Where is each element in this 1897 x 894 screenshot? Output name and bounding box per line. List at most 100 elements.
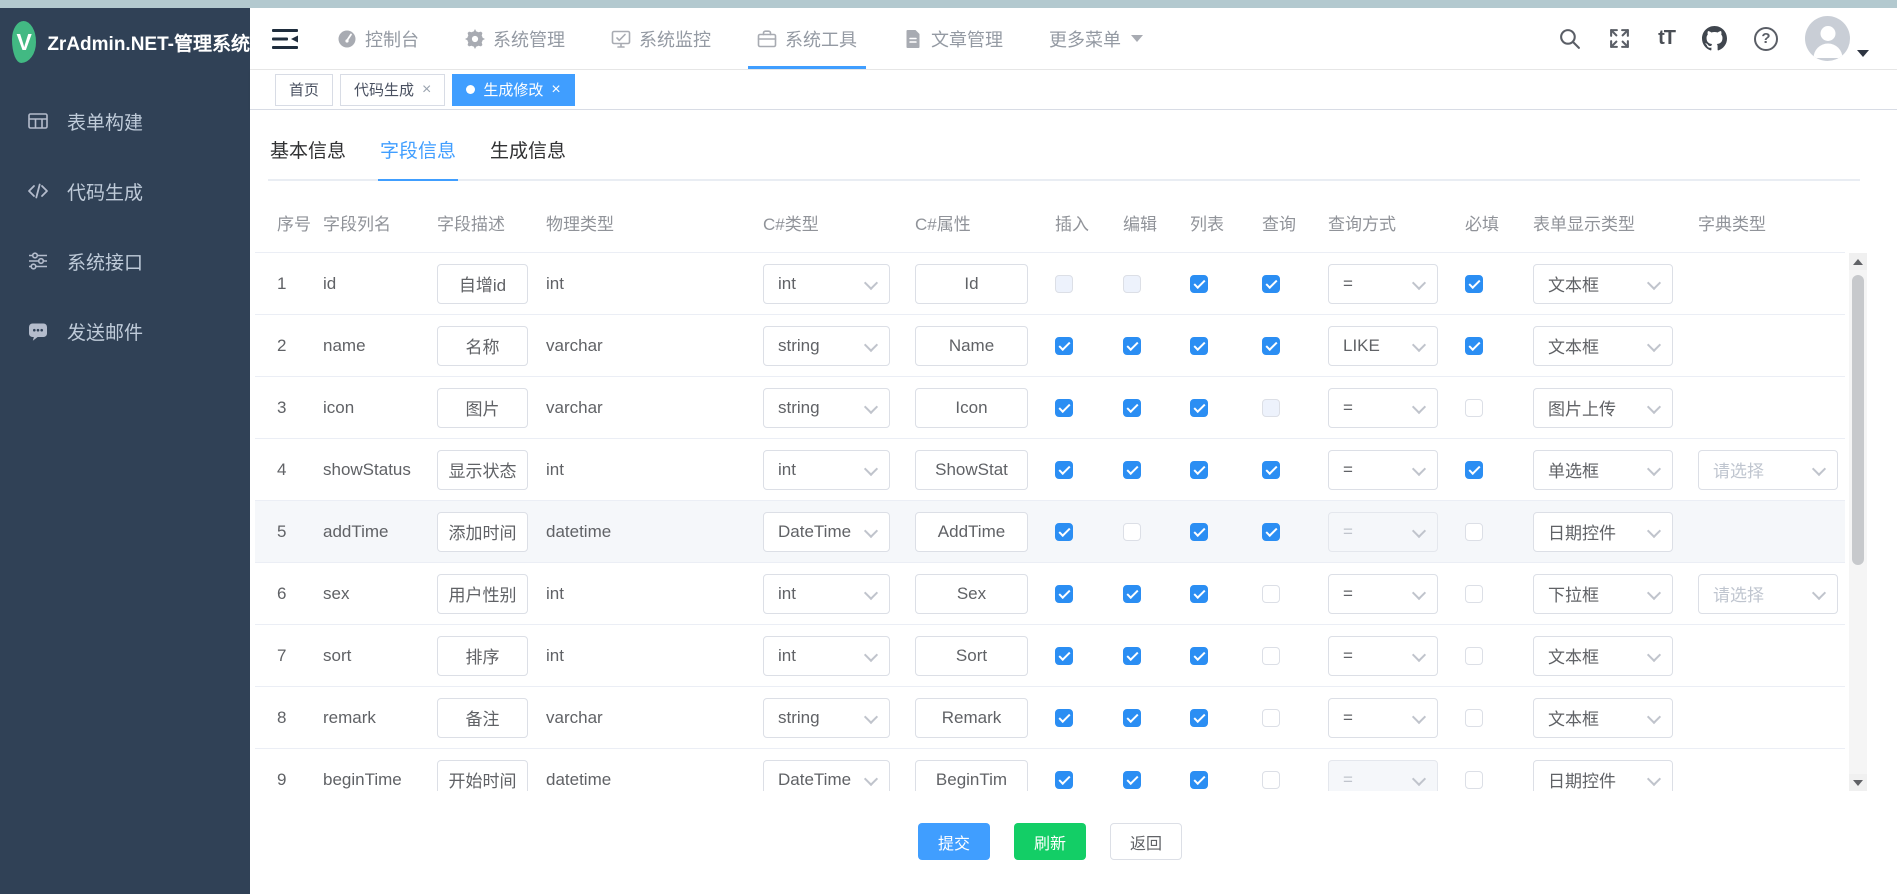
insert-checkbox[interactable] <box>1055 275 1073 293</box>
html-type-select[interactable]: 下拉框 <box>1533 574 1673 614</box>
html-type-select[interactable]: 单选框 <box>1533 450 1673 490</box>
close-icon[interactable]: × <box>422 82 431 98</box>
list-checkbox[interactable] <box>1190 647 1208 665</box>
required-checkbox[interactable] <box>1465 647 1483 665</box>
html-type-select[interactable]: 文本框 <box>1533 698 1673 738</box>
query-checkbox[interactable] <box>1262 523 1280 541</box>
edit-checkbox[interactable] <box>1123 275 1141 293</box>
user-caret-down-icon[interactable] <box>1857 50 1869 57</box>
csharp-type-select[interactable]: DateTime <box>763 760 890 792</box>
html-type-select[interactable]: 图片上传 <box>1533 388 1673 428</box>
query-type-select[interactable]: = <box>1328 264 1438 304</box>
html-type-select[interactable]: 日期控件 <box>1533 760 1673 792</box>
edit-checkbox[interactable] <box>1123 647 1141 665</box>
submit-button[interactable]: 提交 <box>918 823 990 860</box>
insert-checkbox[interactable] <box>1055 461 1073 479</box>
top-nav-item-5[interactable]: 更多菜单 <box>1034 8 1158 69</box>
query-checkbox[interactable] <box>1262 275 1280 293</box>
csharp-prop-input[interactable] <box>915 636 1028 676</box>
refresh-button[interactable]: 刷新 <box>1014 823 1086 860</box>
query-type-select[interactable]: = <box>1328 388 1438 428</box>
insert-checkbox[interactable] <box>1055 771 1073 789</box>
sidebar-item-1[interactable]: 代码生成 <box>0 156 250 226</box>
description-input[interactable] <box>437 574 528 614</box>
csharp-prop-input[interactable] <box>915 698 1028 738</box>
query-checkbox[interactable] <box>1262 647 1280 665</box>
query-checkbox[interactable] <box>1262 399 1280 417</box>
description-input[interactable] <box>437 264 528 304</box>
required-checkbox[interactable] <box>1465 461 1483 479</box>
font-size-icon[interactable]: tT <box>1658 27 1675 50</box>
csharp-type-select[interactable]: int <box>763 636 890 676</box>
query-type-select[interactable]: LIKE <box>1328 326 1438 366</box>
edit-checkbox[interactable] <box>1123 523 1141 541</box>
query-type-select[interactable]: = <box>1328 698 1438 738</box>
query-checkbox[interactable] <box>1262 771 1280 789</box>
top-nav-item-3[interactable]: 系统工具 <box>742 8 872 69</box>
required-checkbox[interactable] <box>1465 585 1483 603</box>
html-type-select[interactable]: 文本框 <box>1533 264 1673 304</box>
csharp-prop-input[interactable] <box>915 574 1028 614</box>
csharp-prop-input[interactable] <box>915 512 1028 552</box>
html-type-select[interactable]: 文本框 <box>1533 326 1673 366</box>
edit-checkbox[interactable] <box>1123 709 1141 727</box>
csharp-prop-input[interactable] <box>915 760 1028 792</box>
edit-checkbox[interactable] <box>1123 399 1141 417</box>
insert-checkbox[interactable] <box>1055 709 1073 727</box>
edit-checkbox[interactable] <box>1123 337 1141 355</box>
required-checkbox[interactable] <box>1465 523 1483 541</box>
sidebar-fold-icon[interactable] <box>272 28 298 50</box>
required-checkbox[interactable] <box>1465 275 1483 293</box>
scroll-down-arrow[interactable] <box>1849 774 1867 791</box>
edit-checkbox[interactable] <box>1123 771 1141 789</box>
html-type-select[interactable]: 日期控件 <box>1533 512 1673 552</box>
dict-type-select[interactable]: 请选择 <box>1698 450 1838 490</box>
required-checkbox[interactable] <box>1465 399 1483 417</box>
description-input[interactable] <box>437 450 528 490</box>
edit-checkbox[interactable] <box>1123 585 1141 603</box>
csharp-prop-input[interactable] <box>915 388 1028 428</box>
csharp-type-select[interactable]: int <box>763 264 890 304</box>
top-nav-item-0[interactable]: 控制台 <box>322 8 434 69</box>
close-icon[interactable]: × <box>551 82 560 98</box>
description-input[interactable] <box>437 512 528 552</box>
insert-checkbox[interactable] <box>1055 337 1073 355</box>
insert-checkbox[interactable] <box>1055 647 1073 665</box>
query-type-select[interactable]: = <box>1328 450 1438 490</box>
list-checkbox[interactable] <box>1190 585 1208 603</box>
csharp-type-select[interactable]: DateTime <box>763 512 890 552</box>
required-checkbox[interactable] <box>1465 709 1483 727</box>
list-checkbox[interactable] <box>1190 709 1208 727</box>
list-checkbox[interactable] <box>1190 523 1208 541</box>
help-icon[interactable]: ? <box>1754 27 1778 51</box>
user-menu[interactable] <box>1805 16 1869 61</box>
query-type-select[interactable]: = <box>1328 760 1438 792</box>
insert-checkbox[interactable] <box>1055 585 1073 603</box>
view-tag-2[interactable]: 生成修改× <box>452 74 574 106</box>
description-input[interactable] <box>437 698 528 738</box>
csharp-type-select[interactable]: string <box>763 388 890 428</box>
query-checkbox[interactable] <box>1262 585 1280 603</box>
list-checkbox[interactable] <box>1190 275 1208 293</box>
search-icon[interactable] <box>1558 27 1581 50</box>
query-type-select[interactable]: = <box>1328 574 1438 614</box>
avatar[interactable] <box>1805 16 1850 61</box>
description-input[interactable] <box>437 636 528 676</box>
list-checkbox[interactable] <box>1190 771 1208 789</box>
list-checkbox[interactable] <box>1190 461 1208 479</box>
insert-checkbox[interactable] <box>1055 523 1073 541</box>
description-input[interactable] <box>437 760 528 792</box>
csharp-type-select[interactable]: int <box>763 450 890 490</box>
fullscreen-icon[interactable] <box>1608 27 1631 50</box>
tab-1[interactable]: 字段信息 <box>378 136 458 179</box>
query-checkbox[interactable] <box>1262 337 1280 355</box>
csharp-type-select[interactable]: string <box>763 326 890 366</box>
csharp-prop-input[interactable] <box>915 264 1028 304</box>
back-button[interactable]: 返回 <box>1110 823 1182 860</box>
csharp-type-select[interactable]: string <box>763 698 890 738</box>
list-checkbox[interactable] <box>1190 399 1208 417</box>
description-input[interactable] <box>437 388 528 428</box>
sidebar-item-2[interactable]: 系统接口 <box>0 226 250 296</box>
scrollbar-thumb[interactable] <box>1852 275 1864 565</box>
sidebar-item-0[interactable]: 表单构建 <box>0 86 250 156</box>
